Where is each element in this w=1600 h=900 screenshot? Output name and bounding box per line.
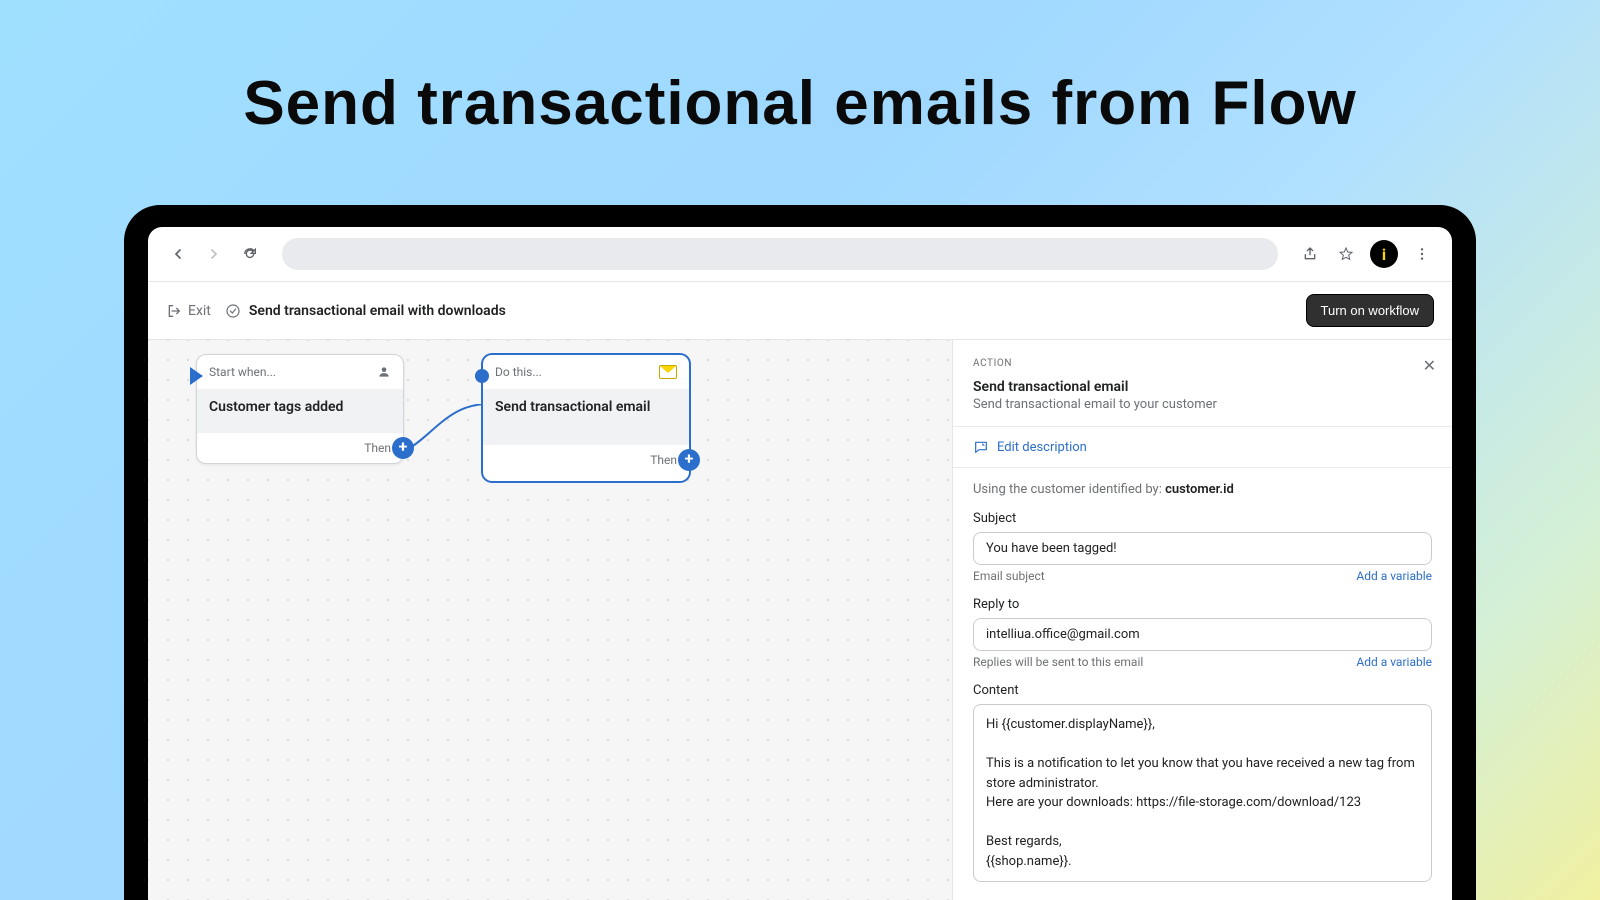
subject-input[interactable] — [973, 532, 1432, 565]
add-step-button[interactable]: + — [678, 449, 700, 471]
close-icon[interactable]: ✕ — [1423, 356, 1436, 375]
content-textarea[interactable]: Hi {{customer.displayName}}, This is a n… — [973, 704, 1432, 882]
action-panel: ACTION ✕ Send transactional email Send t… — [952, 340, 1452, 900]
app-header: Exit Send transactional email with downl… — [148, 282, 1452, 340]
back-icon[interactable] — [166, 242, 190, 266]
share-icon[interactable] — [1298, 242, 1322, 266]
node-title: Send transactional email — [483, 389, 689, 445]
content-label: Content — [973, 683, 1432, 698]
subject-label: Subject — [973, 511, 1432, 526]
mail-icon — [659, 365, 677, 379]
panel-title: Send transactional email — [973, 379, 1432, 395]
workflow-title: Send transactional email with downloads — [225, 303, 506, 319]
node-title: Customer tags added — [197, 389, 403, 433]
user-icon — [377, 365, 391, 379]
address-bar[interactable] — [282, 238, 1278, 270]
trigger-node[interactable]: Start when... Customer tags added Then + — [196, 354, 404, 464]
panel-section-label: ACTION — [973, 358, 1432, 369]
reply-to-label: Reply to — [973, 597, 1432, 612]
profile-avatar[interactable]: i — [1370, 240, 1398, 268]
content-area: Start when... Customer tags added Then + — [148, 340, 1452, 900]
action-node[interactable]: Do this... Send transactional email Then… — [482, 354, 690, 482]
node-header: Start when... — [197, 355, 403, 389]
add-step-button[interactable]: + — [392, 437, 414, 459]
menu-dots-icon[interactable] — [1410, 242, 1434, 266]
forward-icon[interactable] — [202, 242, 226, 266]
star-icon[interactable] — [1334, 242, 1358, 266]
chat-icon — [973, 439, 989, 455]
panel-header: ACTION ✕ Send transactional email Send t… — [953, 340, 1452, 427]
trigger-port-icon — [190, 367, 203, 385]
edit-description-button[interactable]: Edit description — [953, 427, 1452, 468]
browser-toolbar: i — [148, 227, 1452, 282]
flow-canvas[interactable]: Start when... Customer tags added Then + — [148, 340, 952, 900]
reply-to-help: Replies will be sent to this email — [973, 655, 1143, 669]
node-header: Do this... — [483, 355, 689, 389]
add-variable-link[interactable]: Add a variable — [1356, 655, 1432, 669]
identified-by: Using the customer identified by: custom… — [973, 482, 1432, 497]
exit-label: Exit — [188, 303, 211, 319]
device-frame: i Exit Send transactional email with dow… — [124, 205, 1476, 900]
add-variable-link[interactable]: Add a variable — [1356, 569, 1432, 583]
node-input-port — [475, 369, 489, 383]
panel-body: Using the customer identified by: custom… — [953, 468, 1452, 882]
node-footer: Then + — [483, 445, 689, 475]
turn-on-workflow-button[interactable]: Turn on workflow — [1306, 294, 1435, 327]
exit-button[interactable]: Exit — [166, 303, 211, 319]
screen: i Exit Send transactional email with dow… — [148, 227, 1452, 900]
panel-subtitle: Send transactional email to your custome… — [973, 397, 1432, 412]
node-footer: Then + — [197, 433, 403, 463]
reply-to-input[interactable] — [973, 618, 1432, 651]
reload-icon[interactable] — [238, 242, 262, 266]
subject-help: Email subject — [973, 569, 1045, 583]
hero-title: Send transactional emails from Flow — [0, 0, 1600, 139]
